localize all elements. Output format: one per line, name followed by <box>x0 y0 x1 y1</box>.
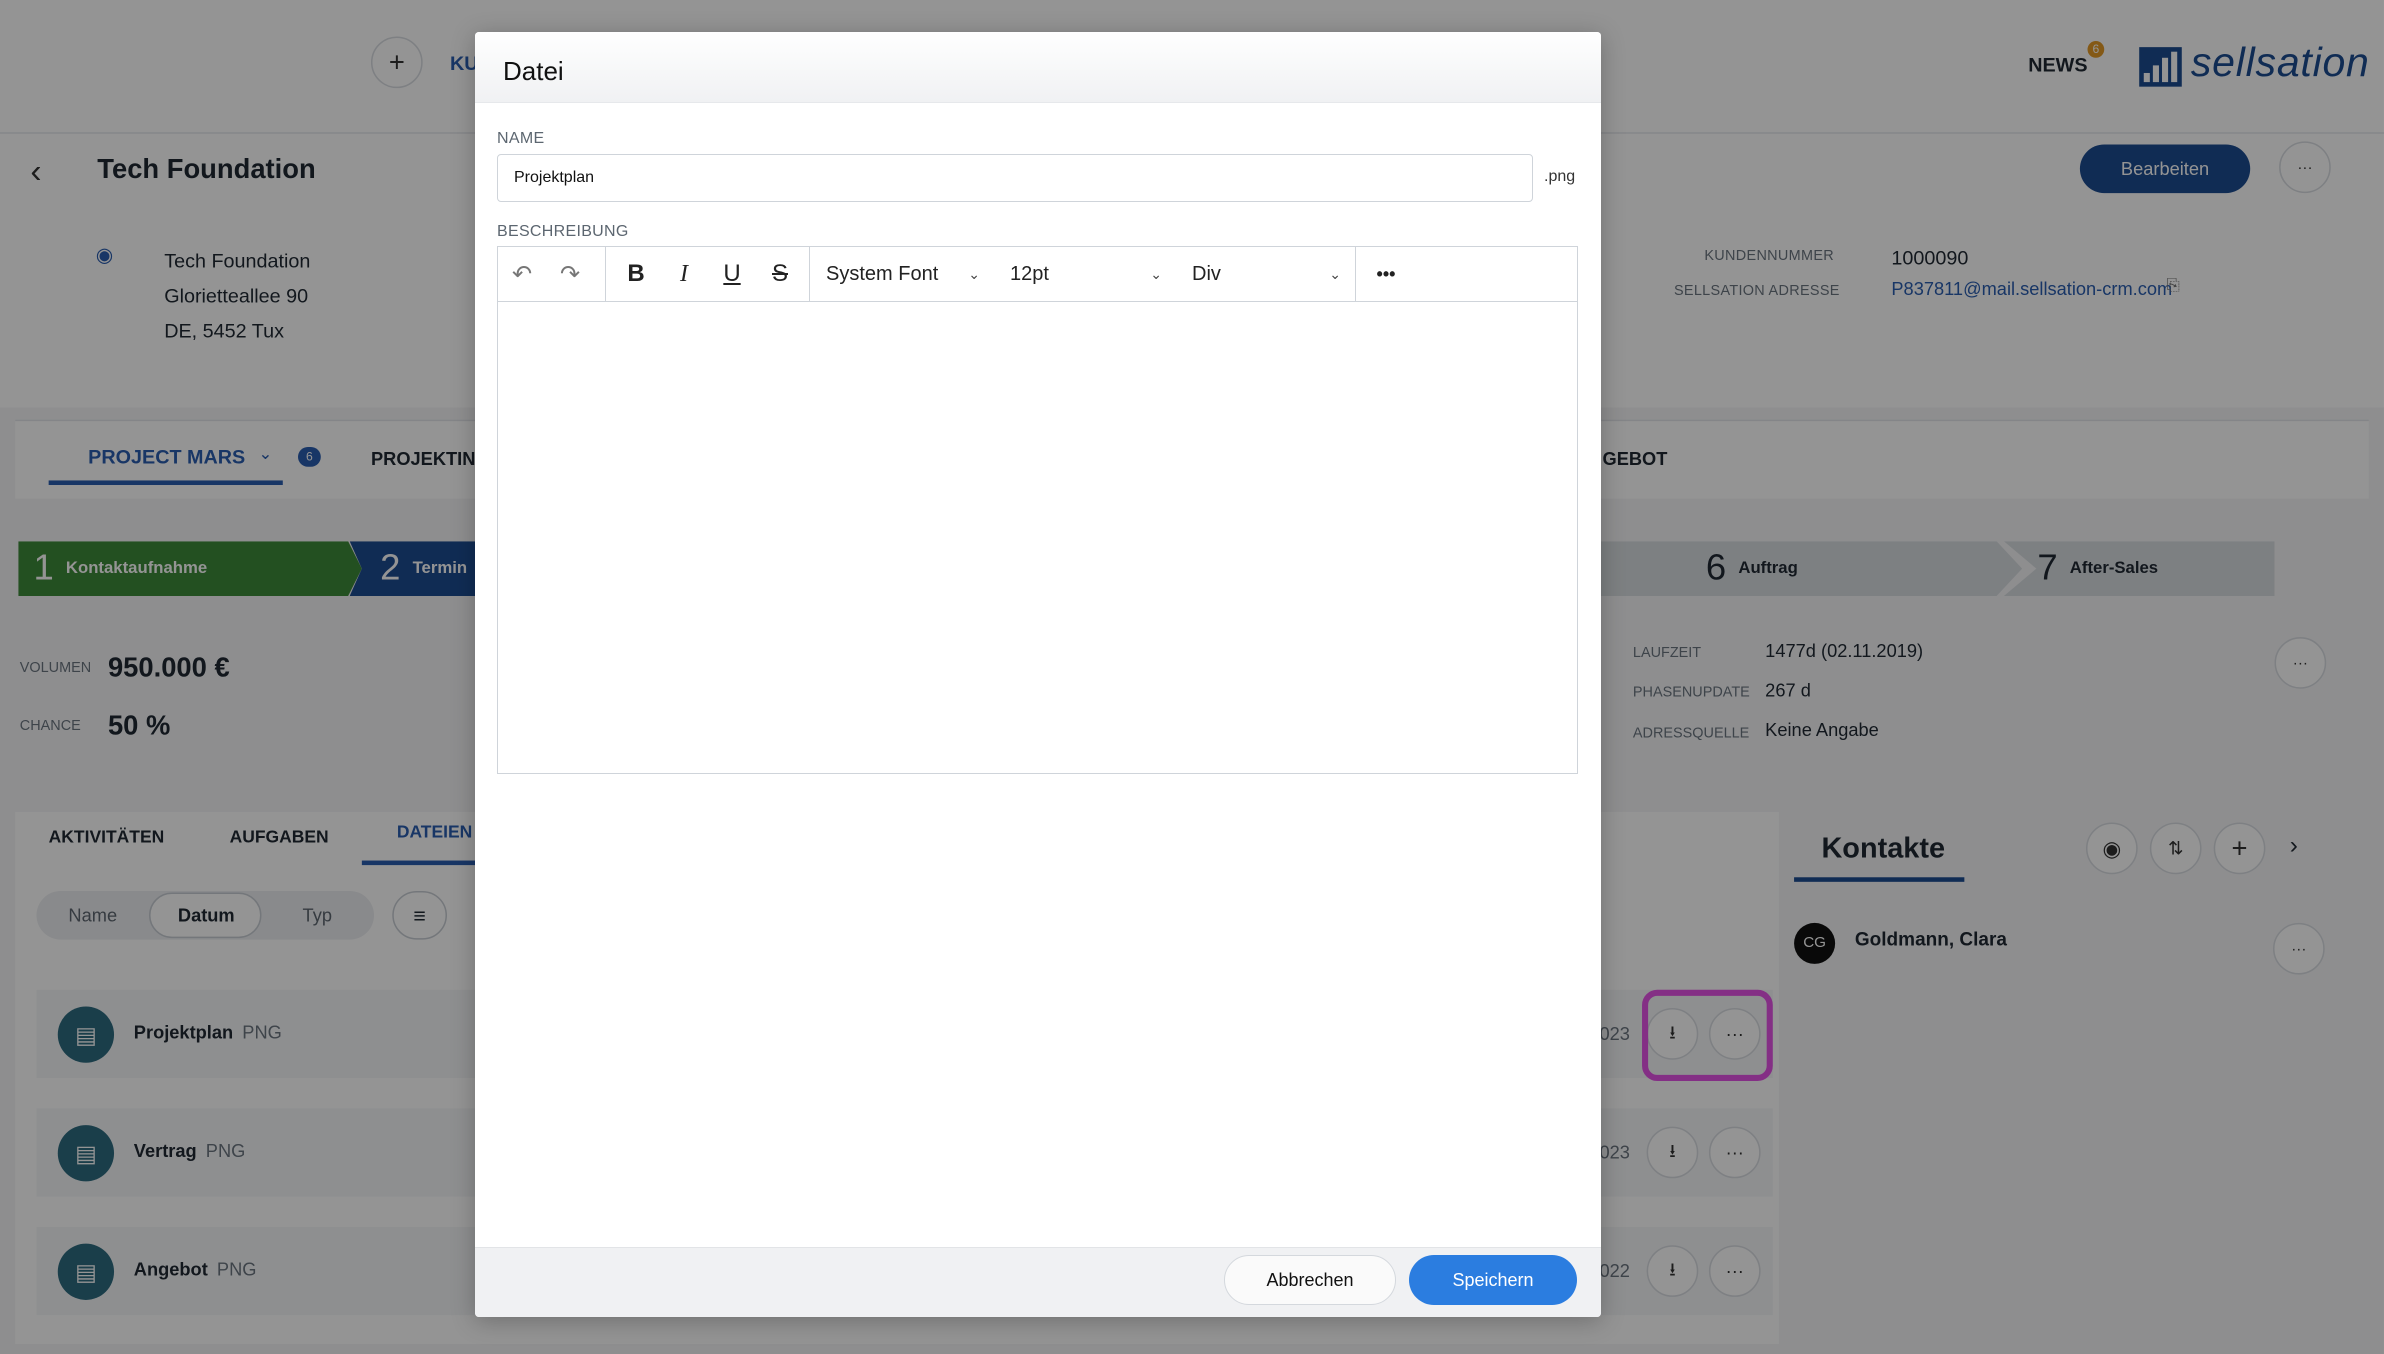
name-label: NAME <box>497 130 545 147</box>
file-edit-dialog: Datei NAME .png BESCHREIBUNG ↶ ↷ B I U S… <box>475 32 1601 1317</box>
rich-text-editor: ↶ ↷ B I U S System Font ⌄ 12pt ⌄ Div ⌄ •… <box>497 246 1578 774</box>
underline-button[interactable]: U <box>708 247 756 302</box>
underline-icon: U <box>723 260 741 287</box>
block-format-value: Div <box>1192 262 1221 285</box>
chevron-down-icon: ⌄ <box>1150 265 1162 282</box>
redo-button[interactable]: ↷ <box>546 247 594 302</box>
editor-toolbar: ↶ ↷ B I U S System Font ⌄ 12pt ⌄ Div ⌄ •… <box>498 246 1577 302</box>
more-tools-button[interactable]: ••• <box>1356 247 1416 302</box>
block-format-select[interactable]: Div ⌄ <box>1176 247 1355 302</box>
font-size-select[interactable]: 12pt ⌄ <box>994 247 1176 302</box>
redo-icon: ↷ <box>559 260 581 288</box>
block-format-group: Div ⌄ <box>1176 246 1356 302</box>
undo-icon: ↶ <box>511 260 533 288</box>
history-group: ↶ ↷ <box>498 246 606 302</box>
description-label: BESCHREIBUNG <box>497 223 629 240</box>
italic-icon: I <box>680 260 688 287</box>
bold-button[interactable]: B <box>612 247 660 302</box>
more-icon: ••• <box>1376 263 1396 284</box>
format-group: B I U S <box>606 246 810 302</box>
chevron-down-icon: ⌄ <box>1329 265 1341 282</box>
undo-button[interactable]: ↶ <box>498 247 546 302</box>
dialog-title: Datei <box>503 56 564 86</box>
italic-button[interactable]: I <box>660 247 708 302</box>
font-size-value: 12pt <box>1010 262 1049 285</box>
editor-content-area[interactable] <box>498 303 1577 773</box>
dialog-header: Datei <box>475 32 1601 103</box>
chevron-down-icon: ⌄ <box>968 265 980 282</box>
file-extension: .png <box>1544 168 1576 185</box>
save-button[interactable]: Speichern <box>1409 1255 1577 1305</box>
bold-icon: B <box>627 260 645 287</box>
cancel-button[interactable]: Abbrechen <box>1224 1255 1396 1305</box>
strikethrough-icon: S <box>771 260 788 287</box>
strikethrough-button[interactable]: S <box>756 247 804 302</box>
file-name-input[interactable] <box>497 154 1533 202</box>
font-family-value: System Font <box>826 262 939 285</box>
font-family-select[interactable]: System Font ⌄ <box>810 247 994 302</box>
